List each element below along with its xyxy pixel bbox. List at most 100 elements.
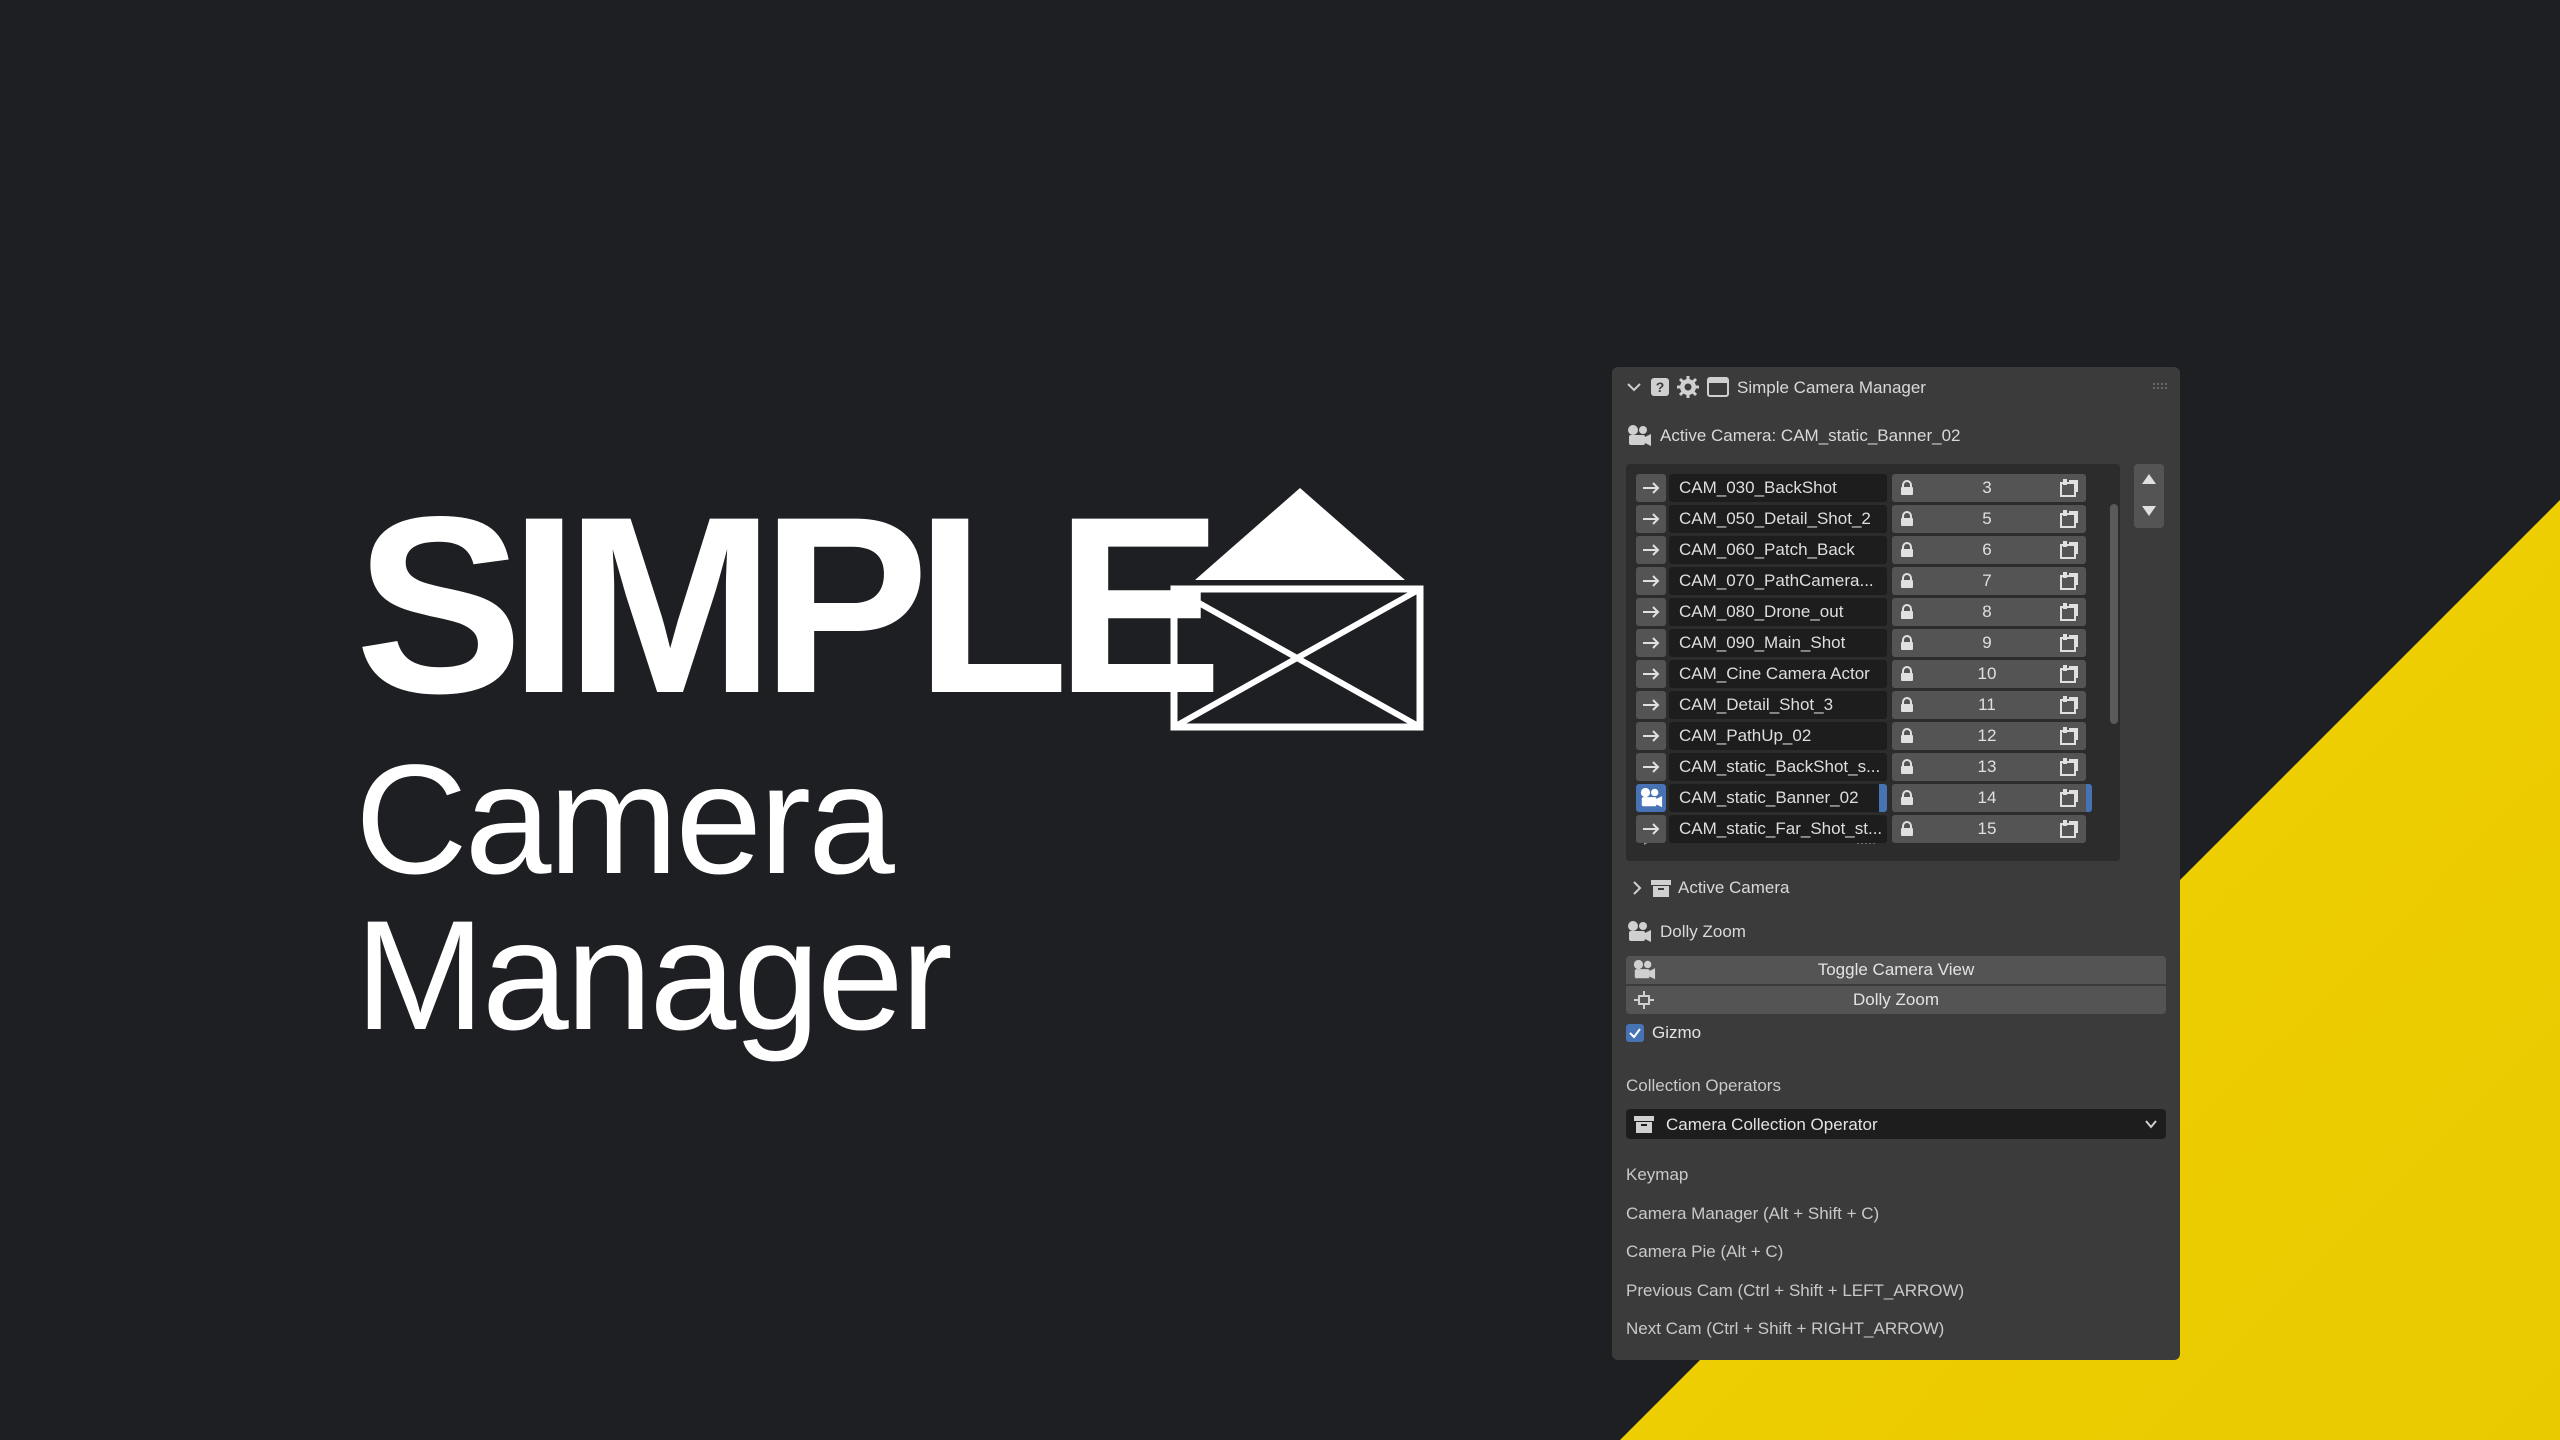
chevron-down-icon <box>2145 1120 2157 1129</box>
help-icon[interactable]: ? <box>1648 375 1672 399</box>
set-camera-button[interactable] <box>1636 536 1666 564</box>
camera-name-field[interactable]: CAM_static_Banner_02 <box>1669 784 1887 812</box>
rename-button[interactable] <box>2052 567 2086 595</box>
set-camera-button[interactable] <box>1636 505 1666 533</box>
lock-toggle[interactable] <box>1892 722 1922 750</box>
set-camera-button[interactable] <box>1636 660 1666 688</box>
camera-number-field[interactable]: 15 <box>1922 815 2052 843</box>
rename-button[interactable] <box>2052 691 2086 719</box>
lock-toggle[interactable] <box>1892 567 1922 595</box>
camera-name-field[interactable]: CAM_static_Far_Shot_st... <box>1669 815 1887 843</box>
lock-toggle[interactable] <box>1892 505 1922 533</box>
camera-number-field[interactable]: 11 <box>1922 691 2052 719</box>
camera-list-row[interactable]: CAM_static_Banner_02 14 <box>1636 784 2098 812</box>
panel-header[interactable]: ? Simple Camera Manager <box>1612 367 2180 409</box>
camera-list-row[interactable]: CAM_080_Drone_out 8 <box>1636 598 2098 626</box>
lock-toggle[interactable] <box>1892 815 1922 843</box>
camera-name-field[interactable]: CAM_PathUp_02 <box>1669 722 1887 750</box>
rename-button[interactable] <box>2052 660 2086 688</box>
camera-name-field[interactable]: CAM_030_BackShot <box>1669 474 1887 502</box>
gizmo-checkbox[interactable]: Gizmo <box>1626 1021 1826 1047</box>
camera-number-field[interactable]: 9 <box>1922 629 2052 657</box>
set-camera-button[interactable] <box>1636 691 1666 719</box>
set-camera-button[interactable] <box>1636 598 1666 626</box>
collection-operator-select[interactable]: Camera Collection Operator <box>1626 1109 2166 1139</box>
rename-button[interactable] <box>2052 536 2086 564</box>
camera-icon <box>1633 959 1656 980</box>
camera-number-field[interactable]: 13 <box>1922 753 2052 781</box>
camera-name-field[interactable]: CAM_090_Main_Shot <box>1669 629 1887 657</box>
rename-icon <box>2060 510 2078 528</box>
camera-list-row[interactable]: CAM_PathUp_02 12 <box>1636 722 2098 750</box>
toggle-camera-view-button[interactable]: Toggle Camera View <box>1626 956 2166 984</box>
lock-toggle[interactable] <box>1892 536 1922 564</box>
camera-list-row[interactable]: CAM_070_PathCamera... 7 <box>1636 567 2098 595</box>
lock-toggle[interactable] <box>1892 629 1922 657</box>
camera-number-field[interactable]: 5 <box>1922 505 2052 533</box>
rename-icon <box>2060 572 2078 590</box>
rename-button[interactable] <box>2052 629 2086 657</box>
camera-number-field[interactable]: 3 <box>1922 474 2052 502</box>
lock-toggle[interactable] <box>1892 598 1922 626</box>
chevron-down-icon[interactable] <box>1624 377 1644 397</box>
rename-button[interactable] <box>2052 505 2086 533</box>
set-camera-button[interactable] <box>1636 567 1666 595</box>
dolly-zoom-button-label: Dolly Zoom <box>1853 990 1939 1009</box>
gear-icon[interactable] <box>1676 375 1700 399</box>
camera-name-field[interactable]: CAM_Detail_Shot_3 <box>1669 691 1887 719</box>
rename-button[interactable] <box>2052 753 2086 781</box>
camera-list-row[interactable]: CAM_030_BackShot 3 <box>1636 474 2098 502</box>
rename-button[interactable] <box>2052 722 2086 750</box>
move-up-icon[interactable] <box>2141 472 2157 486</box>
camera-number-field[interactable]: 12 <box>1922 722 2052 750</box>
camera-list-row[interactable]: CAM_Detail_Shot_3 11 <box>1636 691 2098 719</box>
camera-list-row[interactable]: CAM_090_Main_Shot 9 <box>1636 629 2098 657</box>
camera-name-field[interactable]: CAM_Cine Camera Actor <box>1669 660 1887 688</box>
window-icon[interactable] <box>1706 375 1730 399</box>
rename-button[interactable] <box>2052 474 2086 502</box>
svg-text:?: ? <box>1656 379 1665 395</box>
camera-name-field[interactable]: CAM_060_Patch_Back <box>1669 536 1887 564</box>
rename-button[interactable] <box>2052 598 2086 626</box>
camera-name-field[interactable]: CAM_070_PathCamera... <box>1669 567 1887 595</box>
lock-toggle[interactable] <box>1892 753 1922 781</box>
lock-toggle[interactable] <box>1892 691 1922 719</box>
camera-number-field[interactable]: 6 <box>1922 536 2052 564</box>
rename-button[interactable] <box>2052 815 2086 843</box>
lock-toggle[interactable] <box>1892 784 1922 812</box>
active-camera-section-label: Active Camera <box>1678 878 1790 897</box>
camera-list-row[interactable]: CAM_static_BackShot_s... 13 <box>1636 753 2098 781</box>
drag-grip-icon[interactable] <box>2152 381 2170 391</box>
camera-name-field[interactable]: CAM_080_Drone_out <box>1669 598 1887 626</box>
set-camera-button[interactable] <box>1636 753 1666 781</box>
camera-list-row[interactable]: CAM_static_Far_Shot_st... 15 <box>1636 815 2098 843</box>
set-camera-button[interactable] <box>1636 722 1666 750</box>
camera-list-row[interactable]: CAM_050_Detail_Shot_2 5 <box>1636 505 2098 533</box>
camera-list[interactable]: CAM_030_BackShot 3 CAM_050_Detail_Shot_2 5 C… <box>1626 464 2120 861</box>
keymap-item: Camera Pie (Alt + C) <box>1626 1242 1784 1261</box>
move-down-icon[interactable] <box>2141 504 2157 518</box>
lock-icon <box>1901 790 1913 805</box>
set-camera-button[interactable] <box>1636 629 1666 657</box>
camera-list-row[interactable]: CAM_060_Patch_Back 6 <box>1636 536 2098 564</box>
lock-toggle[interactable] <box>1892 660 1922 688</box>
set-camera-button[interactable] <box>1636 815 1666 843</box>
camera-name-field[interactable]: CAM_static_BackShot_s... <box>1669 753 1887 781</box>
camera-number-field[interactable]: 8 <box>1922 598 2052 626</box>
camera-number-field[interactable]: 10 <box>1922 660 2052 688</box>
lock-toggle[interactable] <box>1892 474 1922 502</box>
set-camera-button[interactable] <box>1636 474 1666 502</box>
camera-list-row[interactable]: CAM_Cine Camera Actor 10 <box>1636 660 2098 688</box>
chevron-right-icon[interactable] <box>1630 880 1644 896</box>
camera-number-field[interactable]: 7 <box>1922 567 2052 595</box>
checkbox-box[interactable] <box>1626 1024 1644 1042</box>
rename-button[interactable] <box>2052 784 2092 812</box>
camera-number-field[interactable]: 14 <box>1922 784 2052 812</box>
arrow-right-icon <box>1643 482 1660 494</box>
list-scrollbar[interactable] <box>2110 504 2118 724</box>
dolly-zoom-button[interactable]: Dolly Zoom <box>1626 986 2166 1014</box>
active-camera-button[interactable] <box>1636 784 1666 812</box>
active-camera-subpanel[interactable]: Active Camera <box>1626 873 2166 903</box>
toggle-camera-view-label: Toggle Camera View <box>1817 960 1975 979</box>
camera-name-field[interactable]: CAM_050_Detail_Shot_2 <box>1669 505 1887 533</box>
